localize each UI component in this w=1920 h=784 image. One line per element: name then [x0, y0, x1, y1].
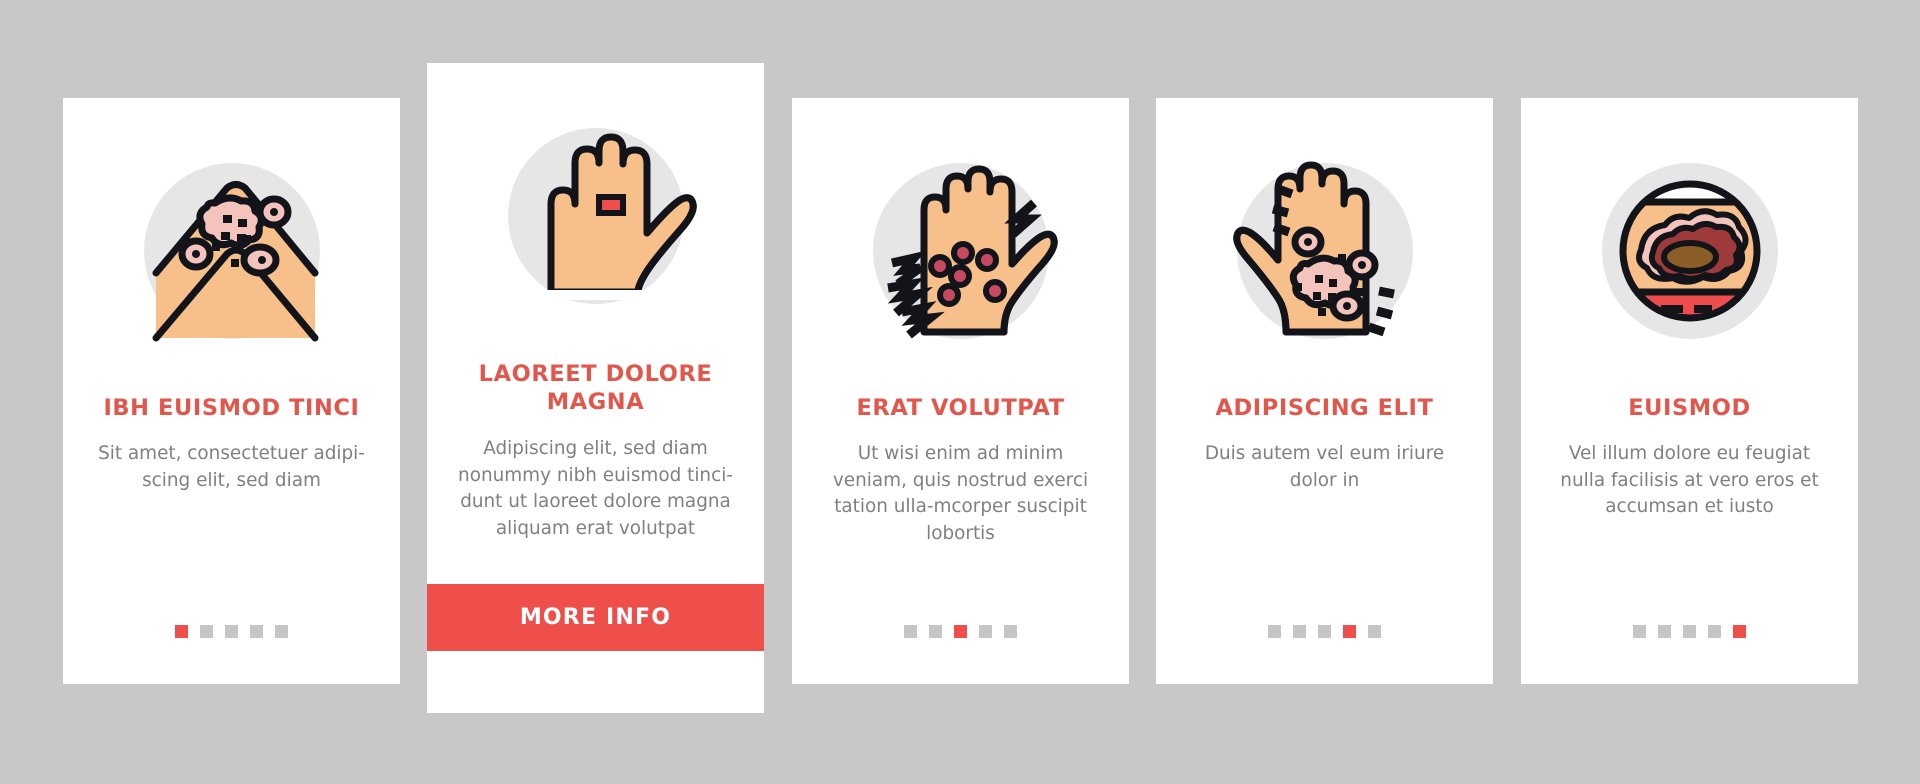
pagination-dot[interactable]: [1293, 625, 1306, 638]
card-body: Adipiscing elit, sed diam nonummy nibh e…: [458, 438, 733, 539]
pagination-dot[interactable]: [1683, 625, 1696, 638]
pagination-dot[interactable]: [979, 625, 992, 638]
pagination-dot[interactable]: [175, 625, 188, 638]
pagination-dot[interactable]: [1268, 625, 1281, 638]
cta-holder: MORE INFO: [427, 584, 764, 651]
more-info-button[interactable]: MORE INFO: [427, 584, 764, 651]
card-body: Sit amet, consectetuer adipi-scing elit,…: [98, 443, 365, 491]
card-body: Vel illum dolore eu feugiat nulla facili…: [1560, 443, 1819, 518]
onboarding-card-3[interactable]: ERAT VOLUTPAT Ut wisi enim ad minim veni…: [792, 98, 1129, 684]
pagination-dot[interactable]: [275, 625, 288, 638]
pagination-dot[interactable]: [1733, 625, 1746, 638]
pagination-dot[interactable]: [1708, 625, 1721, 638]
card-body: Ut wisi enim ad minim veniam, quis nostr…: [832, 443, 1089, 544]
card-title: EUISMOD: [1628, 395, 1751, 421]
hand-with-red-band-icon: [487, 107, 705, 325]
pagination-dot[interactable]: [929, 625, 942, 638]
card-title: IBH EUISMOD TINCI: [103, 395, 360, 421]
card-title: ERAT VOLUTPAT: [856, 395, 1065, 421]
onboarding-card-2[interactable]: LAOREET DOLORE MAGNA Adipiscing elit, se…: [427, 63, 764, 713]
card-body: Duis autem vel eum iriure dolor in: [1204, 443, 1445, 491]
pagination-dot[interactable]: [1343, 625, 1356, 638]
onboarding-screens-container: IBH EUISMOD TINCI Sit amet, consectetuer…: [0, 0, 1920, 784]
card-title: ADIPISCING ELIT: [1215, 395, 1434, 421]
skin-fold-lesions-icon: [123, 142, 341, 360]
pagination-dot[interactable]: [225, 625, 238, 638]
pagination-dot[interactable]: [904, 625, 917, 638]
pagination-dot[interactable]: [1368, 625, 1381, 638]
hand-rash-patches-icon: [1216, 142, 1434, 360]
pagination-dot[interactable]: [1318, 625, 1331, 638]
skin-cross-section-lesion-icon: [1581, 142, 1799, 360]
pagination-dot[interactable]: [1633, 625, 1646, 638]
pagination-dot[interactable]: [200, 625, 213, 638]
hand-itching-spots-icon: [852, 142, 1070, 360]
pagination-dots[interactable]: [1633, 625, 1746, 638]
pagination-dot[interactable]: [1004, 625, 1017, 638]
pagination-dots[interactable]: [1268, 625, 1381, 638]
onboarding-card-5[interactable]: EUISMOD Vel illum dolore eu feugiat null…: [1521, 98, 1858, 684]
pagination-dot[interactable]: [1658, 625, 1671, 638]
onboarding-card-4[interactable]: ADIPISCING ELIT Duis autem vel eum iriur…: [1156, 98, 1493, 684]
pagination-dot[interactable]: [250, 625, 263, 638]
onboarding-card-1[interactable]: IBH EUISMOD TINCI Sit amet, consectetuer…: [63, 98, 400, 684]
card-title: LAOREET DOLORE MAGNA: [478, 361, 713, 416]
pagination-dot[interactable]: [954, 625, 967, 638]
pagination-dots[interactable]: [175, 625, 288, 638]
pagination-dots[interactable]: [904, 625, 1017, 638]
